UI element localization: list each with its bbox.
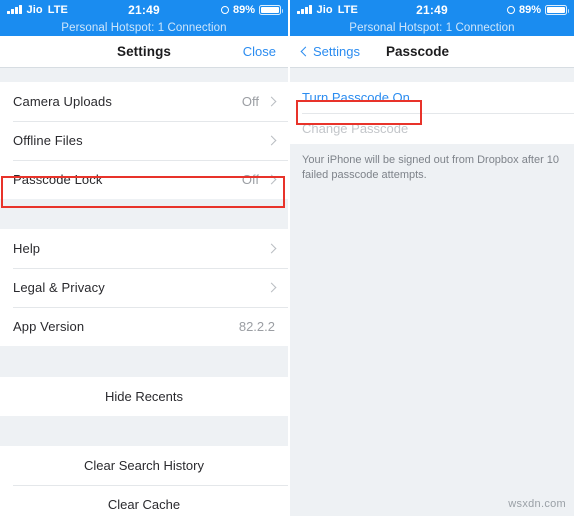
status-bar-primary-row: Jio LTE 21:49 89% xyxy=(0,0,288,19)
chevron-right-icon xyxy=(266,243,277,254)
row-label: Passcode Lock xyxy=(13,172,103,187)
chevron-right-icon xyxy=(266,96,277,107)
list-spacer-top xyxy=(0,68,288,82)
row-accessory xyxy=(266,282,277,293)
alarm-clock-icon xyxy=(220,5,229,14)
change-passcode-button: Change Passcode xyxy=(290,113,574,144)
turn-passcode-on-button[interactable]: Turn Passcode On xyxy=(290,82,574,113)
left-nav-bar: Settings Close xyxy=(0,36,288,68)
row-hide-recents[interactable]: Hide Recents xyxy=(0,377,288,416)
row-label: Help xyxy=(13,241,41,256)
row-accessory xyxy=(266,135,277,146)
list-spacer-3 xyxy=(0,416,288,446)
status-bar-clock: 21:49 xyxy=(128,2,160,17)
row-label: Offline Files xyxy=(13,133,83,148)
clear-group: Clear Search History Clear Cache xyxy=(0,446,288,516)
row-value: 82.2.2 xyxy=(238,319,275,334)
row-help[interactable]: Help xyxy=(0,229,288,268)
status-bar-clock: 21:49 xyxy=(416,2,448,17)
status-bar-left: Jio LTE 21:49 89% Personal Hotspot: 1 Co… xyxy=(0,0,288,36)
status-bar-primary-row: Jio LTE 21:49 89% xyxy=(290,0,574,19)
row-app-version: App Version 82.2.2 xyxy=(0,307,288,346)
row-clear-search-history[interactable]: Clear Search History xyxy=(0,446,288,485)
right-panel-passcode: Jio LTE 21:49 89% Personal Hotspot: 1 Co… xyxy=(290,0,574,516)
chevron-right-icon xyxy=(266,135,277,146)
personal-hotspot-banner: Personal Hotspot: 1 Connection xyxy=(349,21,515,34)
row-accessory: Off xyxy=(241,172,277,187)
row-camera-uploads[interactable]: Camera Uploads Off xyxy=(0,82,288,121)
chevron-right-icon xyxy=(266,282,277,293)
chevron-left-icon xyxy=(300,46,311,57)
row-legal-and-privacy[interactable]: Legal & Privacy xyxy=(0,268,288,307)
left-settings-list: Camera Uploads Off Offline Files Passcod… xyxy=(0,68,288,516)
battery-icon xyxy=(259,4,283,15)
alarm-clock-icon xyxy=(506,5,515,14)
row-clear-cache[interactable]: Clear Cache xyxy=(0,485,288,516)
row-label: Camera Uploads xyxy=(13,94,112,109)
recents-group: Hide Recents xyxy=(0,377,288,416)
watermark: wsxdn.com xyxy=(508,498,566,510)
passcode-footer-note: Your iPhone will be signed out from Drop… xyxy=(290,144,574,183)
row-label: Legal & Privacy xyxy=(13,280,105,295)
personal-hotspot-banner: Personal Hotspot: 1 Connection xyxy=(61,21,227,34)
row-accessory xyxy=(266,243,277,254)
right-nav-bar: Settings Passcode xyxy=(290,36,574,68)
chevron-right-icon xyxy=(266,174,277,185)
passcode-actions-group: Turn Passcode On Change Passcode xyxy=(290,82,574,144)
battery-icon xyxy=(545,4,569,15)
info-group: Help Legal & Privacy App Version 82.2.2 xyxy=(0,229,288,346)
back-to-settings-button[interactable]: Settings xyxy=(300,44,360,59)
passcode-list: Turn Passcode On Change Passcode Your iP… xyxy=(290,68,574,183)
list-spacer-top xyxy=(290,68,574,82)
status-bar-right: Jio LTE 21:49 89% Personal Hotspot: 1 Co… xyxy=(290,0,574,36)
list-spacer-1 xyxy=(0,199,288,229)
row-label: App Version xyxy=(13,319,85,334)
row-accessory: Off xyxy=(241,94,277,109)
row-value: Off xyxy=(241,172,259,187)
row-passcode-lock[interactable]: Passcode Lock Off xyxy=(0,160,288,199)
back-button-label: Settings xyxy=(313,44,360,59)
close-button[interactable]: Close xyxy=(243,44,276,59)
row-accessory: 82.2.2 xyxy=(239,319,275,334)
row-value: Off xyxy=(241,94,259,109)
screenshot-root: Jio LTE 21:49 89% Personal Hotspot: 1 Co… xyxy=(0,0,574,516)
left-panel-settings: Jio LTE 21:49 89% Personal Hotspot: 1 Co… xyxy=(0,0,288,516)
row-offline-files[interactable]: Offline Files xyxy=(0,121,288,160)
right-nav-title: Passcode xyxy=(386,44,450,59)
list-spacer-2 xyxy=(0,346,288,377)
storage-group: Camera Uploads Off Offline Files Passcod… xyxy=(0,82,288,199)
